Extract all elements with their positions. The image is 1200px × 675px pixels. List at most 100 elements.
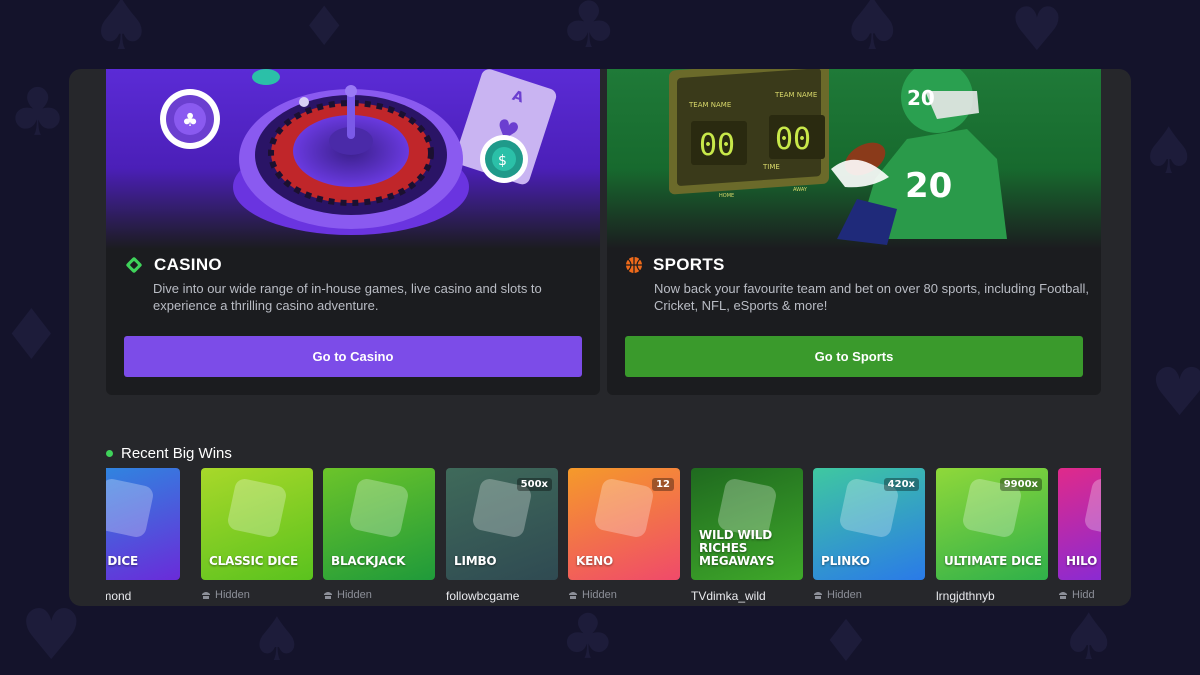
winner-username-text: lrngjdthnyb — [936, 589, 995, 603]
recent-wins-carousel[interactable]: ASH DICEck DaimondCLASSIC DICEHiddenBLAC… — [106, 468, 1101, 606]
go-to-sports-button[interactable]: Go to Sports — [625, 336, 1083, 377]
recent-win-card[interactable]: CLASSIC DICE Hidden — [201, 468, 313, 601]
winner-username: Hidd — [1058, 589, 1101, 601]
scoreboard: TEAM NAME TEAM NAME 00 00 TIME HOME AWAY — [669, 69, 829, 199]
game-name: ASH DICE — [106, 554, 138, 568]
winner-username-text: Hidden — [582, 589, 617, 601]
game-thumbnail[interactable]: WILD WILD RICHES MEGAWAYS — [691, 468, 803, 580]
game-thumbnail[interactable]: HILO — [1058, 468, 1101, 580]
hidden-user-icon — [324, 592, 332, 599]
game-name: HILO — [1066, 554, 1098, 568]
game-thumbnail[interactable]: CLASSIC DICE — [201, 468, 313, 580]
scoreboard-score-1: 00 — [699, 128, 735, 163]
recent-win-card[interactable]: 420x PLINKO Hidden — [813, 468, 925, 601]
casino-diamond-icon — [126, 257, 142, 273]
game-badge: 12 — [652, 478, 674, 491]
recent-win-card[interactable]: WILD WILD RICHES MEGAWAYS TVdimka_wild — [691, 468, 803, 603]
game-art — [593, 477, 655, 539]
scoreboard-score-2: 00 — [775, 122, 811, 157]
casino-chip-icon: ♣ — [160, 89, 220, 149]
game-thumbnail[interactable]: 12 KENO — [568, 468, 680, 580]
winner-username-text: TVdimka_wild — [691, 589, 766, 603]
game-name: ULTIMATE DICE — [944, 554, 1042, 568]
svg-text:♣: ♣ — [182, 110, 198, 131]
game-name: PLINKO — [821, 554, 870, 568]
scoreboard-team-label-2: TEAM NAME — [774, 91, 817, 99]
winner-username: Hidden — [568, 589, 680, 601]
diamond-icon: ♦ — [820, 607, 872, 675]
game-badge: 9900x — [999, 478, 1042, 491]
hidden-user-icon — [569, 592, 577, 599]
scoreboard-time-label: TIME — [762, 163, 780, 171]
game-art — [348, 477, 410, 539]
winner-username: lrngjdthnyb — [936, 589, 1048, 603]
jersey-number: 20 — [905, 166, 952, 206]
game-name: WILD WILD RICHES MEGAWAYS — [699, 528, 775, 568]
scoreboard-away-label: AWAY — [793, 187, 808, 193]
recent-wins-header: Recent Big Wins — [106, 445, 232, 462]
winner-username: Hidden — [323, 589, 435, 601]
basketball-icon — [626, 257, 642, 273]
game-name: CLASSIC DICE — [209, 554, 298, 568]
recent-win-card[interactable]: ASH DICE ck Daimond — [106, 468, 180, 603]
game-thumbnail[interactable]: 420x PLINKO — [813, 468, 925, 580]
club-icon: ♣ — [8, 74, 68, 151]
football-illustration: TEAM NAME TEAM NAME 00 00 TIME HOME AWAY — [669, 69, 1007, 245]
recent-win-card[interactable]: 9900x ULTIMATE DICE lrngjdthnyb — [936, 468, 1048, 603]
recent-win-card[interactable]: BLACKJACK Hidden — [323, 468, 435, 601]
heart-icon: ♥ — [1150, 354, 1200, 431]
spade-icon: ♠ — [90, 0, 153, 66]
hidden-user-icon — [1059, 592, 1067, 599]
live-dot-icon — [106, 450, 113, 457]
casino-title: CASINO — [154, 255, 222, 274]
recent-wins-title: Recent Big Wins — [121, 445, 232, 462]
game-name: KENO — [576, 554, 613, 568]
sports-promo-card: TEAM NAME TEAM NAME 00 00 TIME HOME AWAY — [607, 69, 1101, 395]
sports-description: Now back your favourite team and bet on … — [654, 281, 1090, 313]
game-badge: 500x — [516, 478, 552, 491]
go-to-casino-button[interactable]: Go to Casino — [124, 336, 582, 377]
game-thumbnail[interactable]: 500x LIMBO — [446, 468, 558, 580]
sports-title: SPORTS — [653, 255, 725, 274]
roulette-illustration: A ♥ ♣ $ — [160, 69, 557, 235]
game-thumbnail[interactable]: 9900x ULTIMATE DICE — [936, 468, 1048, 580]
winner-username: Hidden — [813, 589, 925, 601]
diamond-icon: ♦ — [300, 0, 349, 58]
spade-icon: ♠ — [840, 0, 905, 66]
game-art — [106, 477, 155, 539]
sports-hero-image: TEAM NAME TEAM NAME 00 00 TIME HOME AWAY — [607, 69, 1101, 249]
game-name: BLACKJACK — [331, 554, 406, 568]
game-art — [226, 477, 288, 539]
recent-win-card[interactable]: 12 KENO Hidden — [568, 468, 680, 601]
club-icon: ♣ — [560, 600, 616, 673]
recent-win-card[interactable]: 500x LIMBO followbcgame — [446, 468, 558, 603]
casino-description: Dive into our wide range of in-house gam… — [153, 281, 542, 313]
winner-username-text: Hidd — [1072, 589, 1095, 601]
casino-chip-icon — [252, 69, 280, 85]
game-thumbnail[interactable]: ASH DICE — [106, 468, 180, 580]
roulette-ball — [299, 97, 309, 107]
scoreboard-team-label-1: TEAM NAME — [688, 101, 731, 109]
hidden-user-icon — [814, 592, 822, 599]
game-thumbnail[interactable]: BLACKJACK — [323, 468, 435, 580]
helmet-number: 20 — [907, 86, 935, 110]
winner-username: ck Daimond — [106, 589, 180, 603]
heart-icon: ♥ — [20, 594, 83, 675]
spade-icon: ♠ — [250, 605, 304, 675]
recent-win-card[interactable]: HILO Hidd — [1058, 468, 1101, 601]
winner-username: TVdimka_wild — [691, 589, 803, 603]
club-icon: ♣ — [560, 0, 618, 63]
winner-username: Hidden — [201, 589, 313, 601]
sports-title-row: SPORTS — [625, 255, 725, 275]
svg-text:$: $ — [498, 153, 507, 169]
spade-icon: ♠ — [1140, 115, 1198, 189]
hidden-user-icon — [202, 592, 210, 599]
casino-promo-card: A ♥ ♣ $ CASINO Dive into our wide range … — [106, 69, 600, 395]
winner-username-text: Hidden — [337, 589, 372, 601]
game-art — [1083, 477, 1101, 539]
football-player: 20 20 — [831, 69, 1007, 245]
winner-username-text: followbcgame — [446, 589, 520, 603]
diamond-icon: ♦ — [0, 294, 63, 376]
winner-username: followbcgame — [446, 589, 558, 603]
scoreboard-home-label: HOME — [719, 193, 734, 199]
